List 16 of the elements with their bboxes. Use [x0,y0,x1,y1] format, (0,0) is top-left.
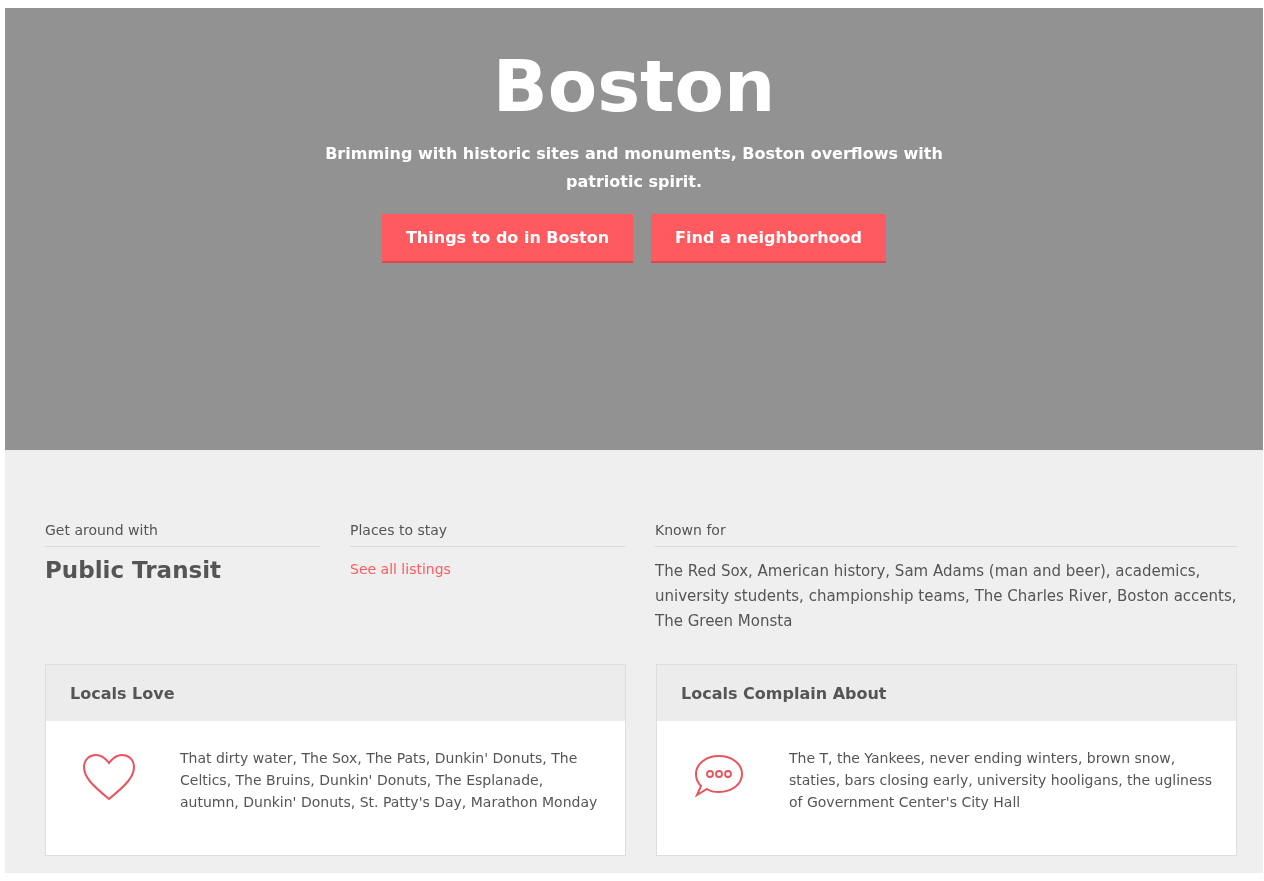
fact-label: Places to stay [350,522,625,547]
listings-link[interactable]: See all listings [350,561,451,577]
fact-value: Public Transit [45,557,223,583]
city-title: Boston [492,50,776,122]
card-title: Locals Love [70,683,175,703]
heart-icon [82,753,136,803]
hero-button[interactable]: Things to do in Boston [381,214,634,263]
card-title: Locals Complain About [681,683,887,703]
fact-label: Known for [655,522,1237,547]
hero-button[interactable]: Find a neighborhood [651,214,887,263]
card-text: That dirty water, The Sox, The Pats, Dunkin' Donuts, The Celtics, The Bruins, Dunkin' Donuts, The Esplanade, autumn, Dunkin' Donuts, St. Patty's Day, Marathon Monday [180,749,599,812]
city-tagline: Brimming with historic sites and monuments, Boston overflows with patriotic spirit. [324,143,944,193]
fact-label: Get around with [45,522,320,547]
speech-bubble-icon [693,753,745,799]
card-text: The T, the Yankees, never ending winters, brown snow, staties, bars closing early, university hooligans, the ugliness of Government Center's City Hall [789,749,1214,812]
fact-text: The Red Sox, American history, Sam Adams (man and beer), academics, university students, championship teams, The Charles River, Boston accents, The Green Monsta [655,561,1237,632]
